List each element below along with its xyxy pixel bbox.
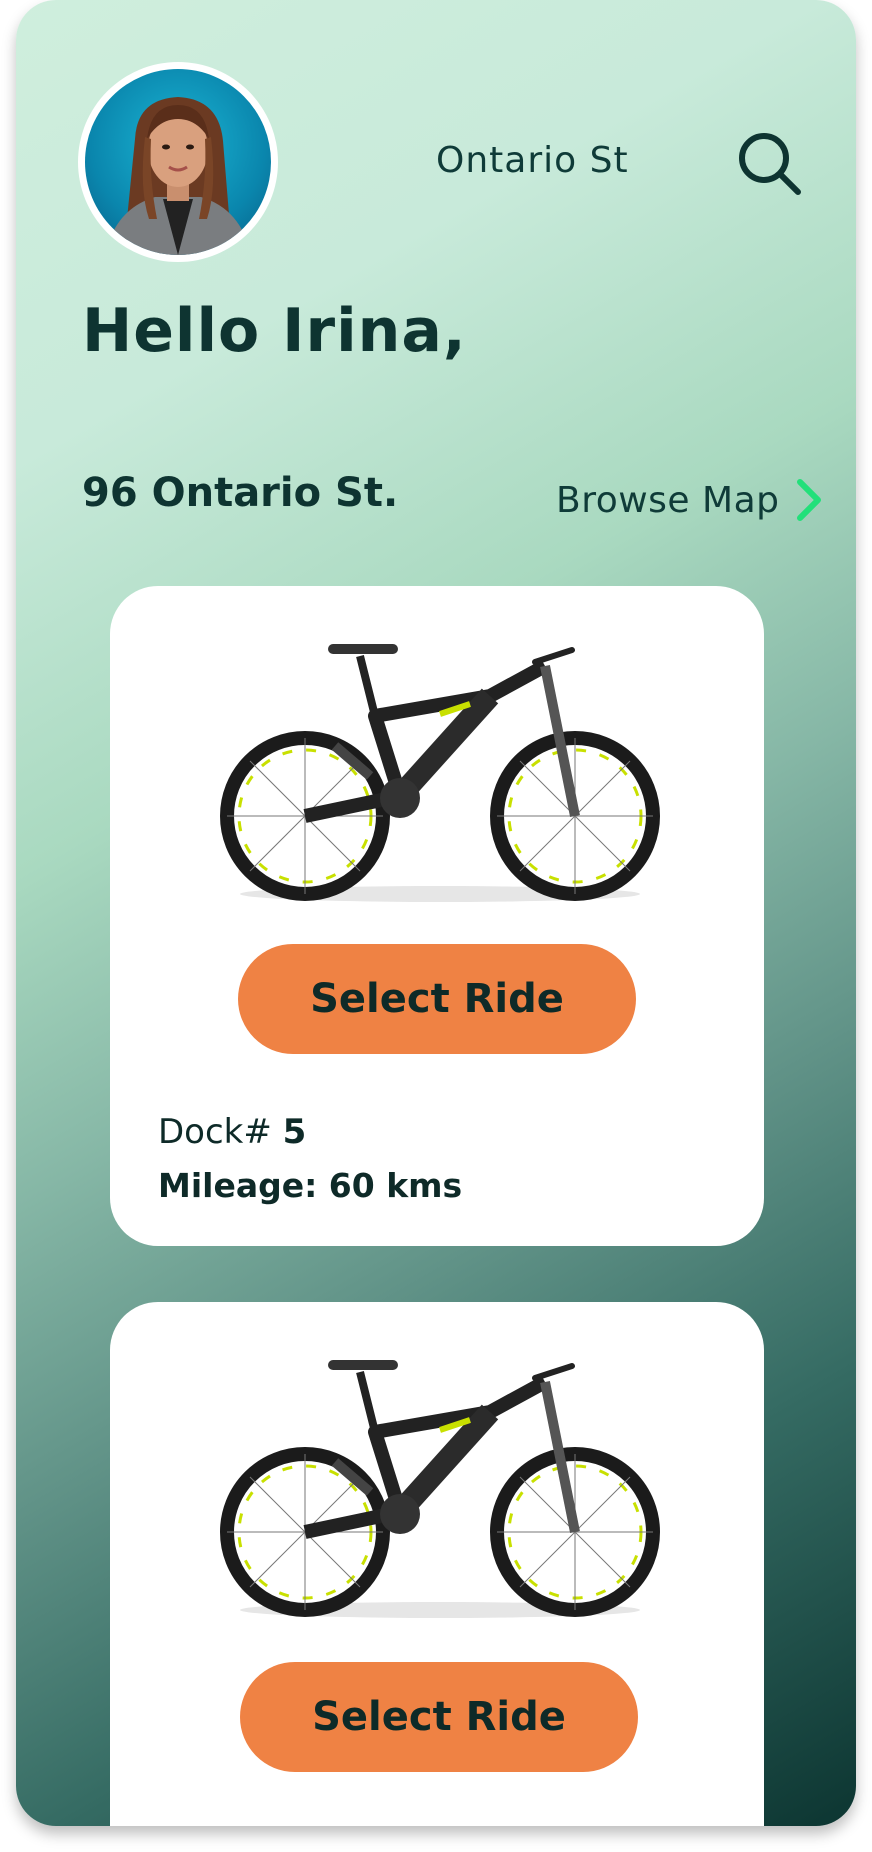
- dock-number: 5: [282, 1112, 307, 1152]
- current-address: 96 Ontario St.: [82, 470, 399, 516]
- location-label: Ontario St: [436, 140, 629, 181]
- avatar-photo: [85, 69, 271, 255]
- bike-image: [220, 1360, 660, 1618]
- bike-image: [220, 644, 660, 902]
- select-ride-button[interactable]: Select Ride: [238, 944, 636, 1054]
- greeting-title: Hello Irina,: [82, 296, 467, 366]
- avatar[interactable]: [78, 62, 278, 262]
- dock-info: Dock# 5: [158, 1112, 306, 1152]
- chevron-right-icon: [796, 479, 821, 521]
- browse-map-label: Browse Map: [556, 479, 780, 521]
- app-screen: Ontario St Hello Irina, 96 Ontario St. B…: [16, 0, 856, 1826]
- ride-card: Select Ride Dock# 5 Mileage: 60 kms: [110, 586, 764, 1246]
- mileage-info: Mileage: 60 kms: [158, 1166, 463, 1205]
- dock-prefix: Dock#: [158, 1112, 283, 1152]
- search-icon: [739, 133, 801, 195]
- ride-card: Select Ride: [110, 1302, 764, 1826]
- search-button[interactable]: [734, 128, 806, 200]
- select-ride-button[interactable]: Select Ride: [240, 1662, 638, 1772]
- browse-map-link[interactable]: Browse Map: [556, 478, 826, 522]
